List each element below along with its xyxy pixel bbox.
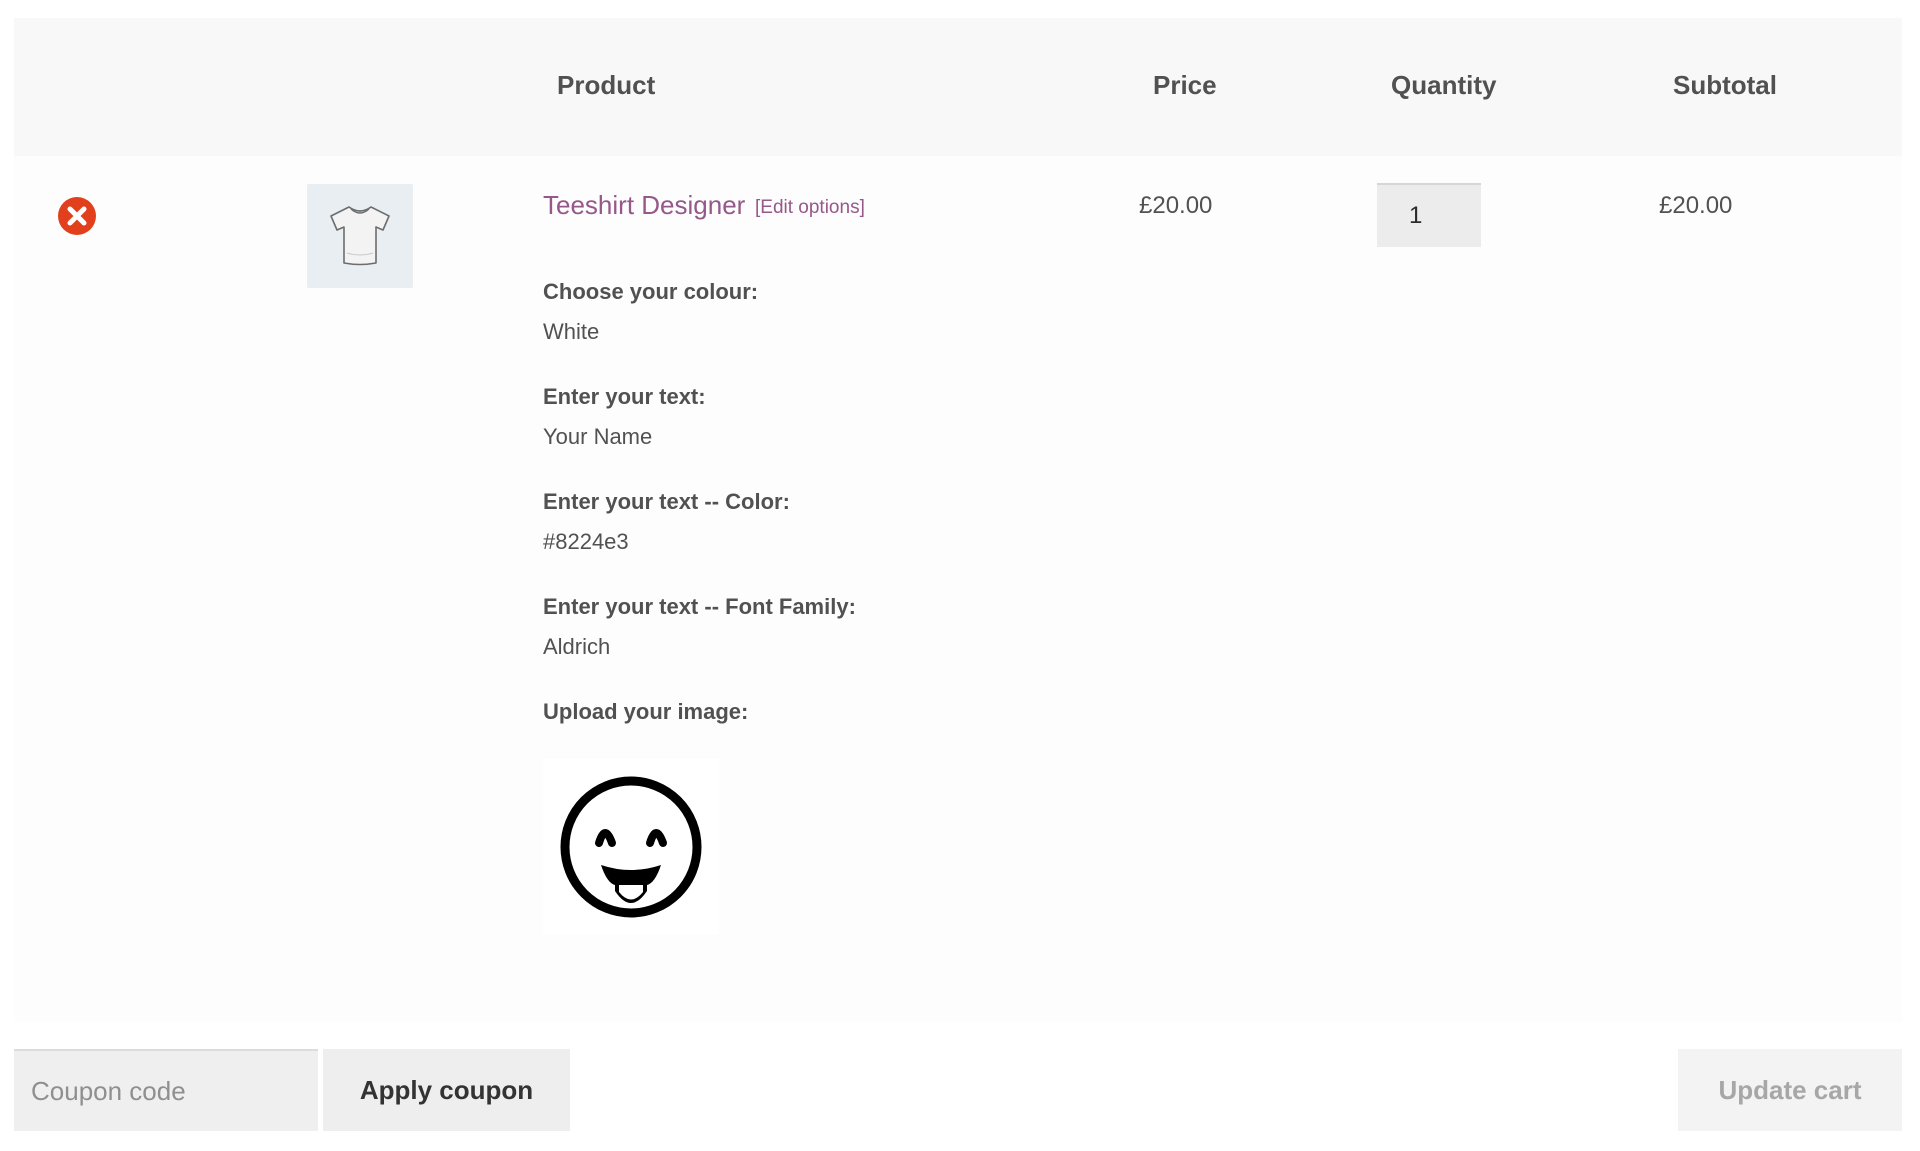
item-subtotal: £20.00 — [1659, 192, 1733, 219]
update-cart-button[interactable]: Update cart — [1678, 1049, 1902, 1131]
remove-item-button[interactable] — [57, 196, 97, 236]
meta-label-text-color: Enter your text -- Color: — [543, 489, 790, 514]
product-column-header: Product — [557, 70, 656, 100]
meta-value-colour: White — [543, 319, 600, 344]
item-price: £20.00 — [1139, 192, 1213, 219]
subtotal-column-header: Subtotal — [1673, 70, 1777, 100]
apply-coupon-button[interactable]: Apply coupon — [323, 1049, 570, 1131]
meta-value-text: Your Name — [543, 424, 653, 449]
meta-value-text-color: #8224e3 — [543, 529, 629, 554]
tshirt-icon — [330, 206, 390, 266]
meta-label-font-family: Enter your text -- Font Family: — [543, 594, 856, 619]
coupon-code-input[interactable] — [14, 1049, 318, 1131]
cart-table-header: Product Price Quantity Subtotal — [14, 18, 1902, 156]
cart-table: Product Price Quantity Subtotal — [14, 18, 1902, 1022]
tongue-out-smiley-icon — [560, 776, 702, 918]
remove-circle-x-icon — [58, 197, 96, 235]
meta-label-upload-image: Upload your image: — [543, 699, 749, 724]
cart-page: Product Price Quantity Subtotal Teeshirt… — [0, 0, 1920, 1151]
meta-label-text: Enter your text: — [543, 384, 706, 409]
uploaded-image — [543, 759, 719, 935]
edit-options-link[interactable]: [Edit options] — [755, 197, 865, 219]
product-thumbnail[interactable] — [307, 184, 413, 288]
quantity-column-header: Quantity — [1391, 70, 1497, 100]
price-column-header: Price — [1153, 70, 1217, 100]
quantity-input[interactable] — [1377, 183, 1481, 247]
meta-value-font-family: Aldrich — [543, 634, 611, 659]
meta-label-colour: Choose your colour: — [543, 279, 759, 304]
product-name-link[interactable]: Teeshirt Designer — [543, 190, 745, 221]
